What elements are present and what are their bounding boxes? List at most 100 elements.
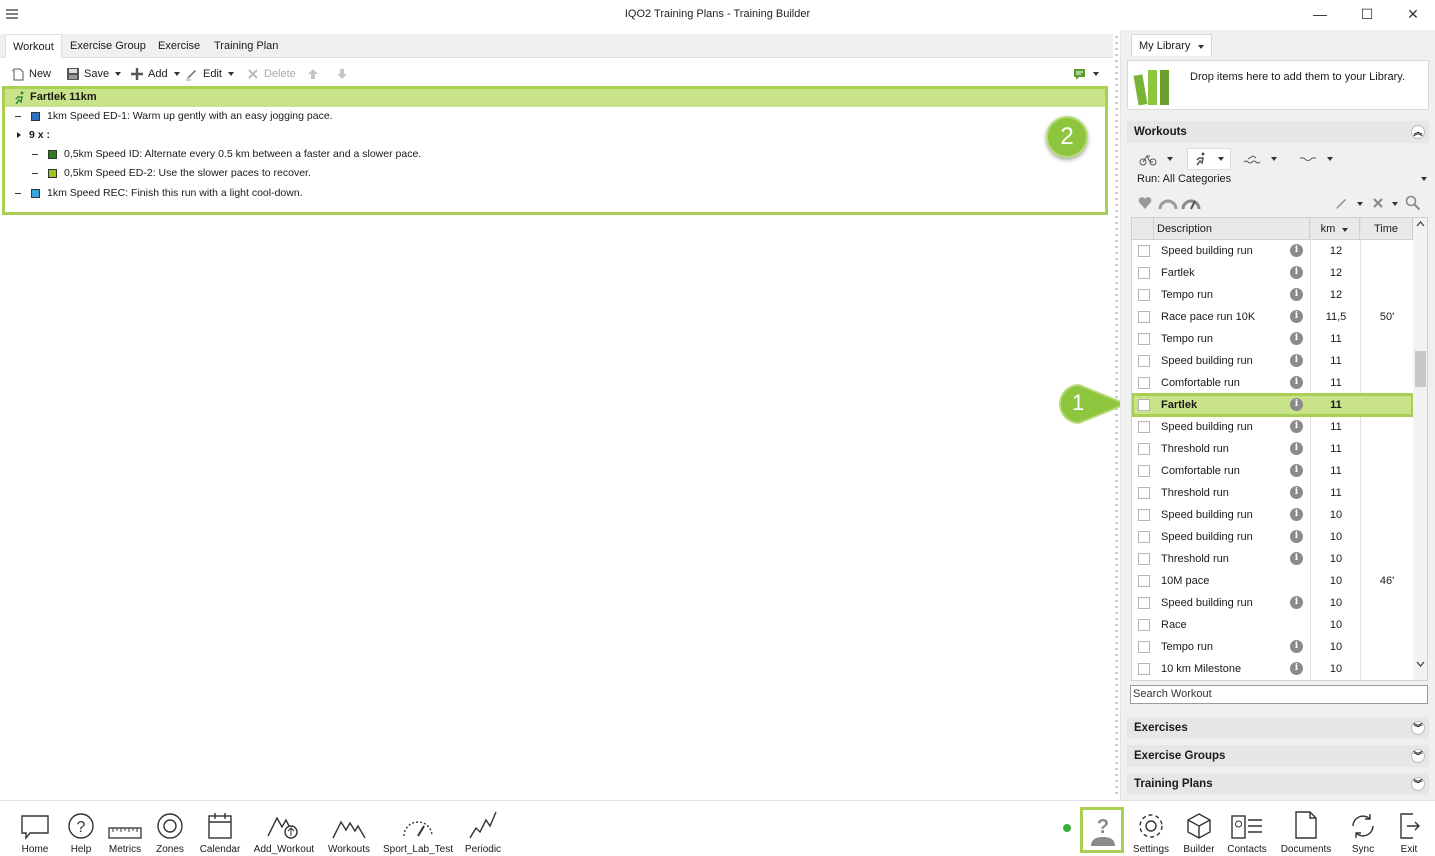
expand-icon[interactable]: ︾ [1411,777,1425,791]
save-button[interactable]: Save [66,65,122,83]
row-checkbox[interactable] [1138,553,1150,565]
close-button[interactable]: ✕ [1398,3,1428,25]
category-dropdown-icon[interactable] [1421,177,1427,181]
scrollbar-thumb[interactable] [1415,351,1426,387]
intensity-high-icon[interactable] [1181,195,1201,211]
delete-dropdown-icon[interactable] [1392,202,1398,206]
info-icon[interactable]: i [1290,464,1303,477]
nav-sport-lab-test[interactable]: Sport_Lab_Test [383,803,453,855]
info-icon[interactable]: i [1290,552,1303,565]
nav-periodic[interactable]: Periodic [453,803,513,855]
sport-filter-other[interactable] [1299,148,1333,170]
info-icon[interactable]: i [1290,420,1303,433]
sport-filter-swim[interactable] [1243,148,1277,170]
maximize-button[interactable]: ☐ [1352,3,1382,25]
table-row[interactable]: Speed building run i 10 [1132,504,1413,526]
row-checkbox[interactable] [1138,619,1150,631]
row-checkbox[interactable] [1138,663,1150,675]
tab-exercise[interactable]: Exercise [151,34,207,58]
table-row[interactable]: Threshold run i 10 [1132,548,1413,570]
nav-contacts[interactable]: Contacts [1217,803,1277,855]
table-row[interactable]: Speed building run i 11 [1132,416,1413,438]
info-icon[interactable]: i [1290,662,1303,675]
row-checkbox[interactable] [1138,245,1150,257]
table-row[interactable]: Tempo run i 11 [1132,328,1413,350]
row-checkbox[interactable] [1138,597,1150,609]
comment-button[interactable] [1073,65,1099,83]
tab-workout[interactable]: Workout [5,34,62,58]
tab-training-plan[interactable]: Training Plan [207,34,285,58]
table-row[interactable]: Threshold run i 11 [1132,482,1413,504]
scroll-down-icon[interactable] [1416,660,1425,668]
search-workout-input[interactable]: Search Workout [1130,685,1428,704]
edit-button[interactable]: Edit [185,65,234,83]
info-icon[interactable]: i [1290,376,1303,389]
category-filter[interactable]: Run: All Categories [1137,173,1231,185]
exercise-groups-section-header[interactable]: Exercise Groups ︾ [1127,745,1429,767]
table-row[interactable]: Speed building run i 12 [1132,240,1413,262]
heart-icon[interactable] [1137,195,1153,211]
info-icon[interactable]: i [1290,244,1303,257]
row-checkbox[interactable] [1138,333,1150,345]
info-icon[interactable]: i [1290,398,1303,411]
nav-documents[interactable]: Documents [1276,803,1336,855]
row-checkbox[interactable] [1138,531,1150,543]
row-checkbox[interactable] [1138,311,1150,323]
workout-step[interactable]: 1km Speed REC: Finish this run with a li… [15,184,303,202]
column-header-time[interactable]: Time [1360,218,1413,240]
row-checkbox[interactable] [1138,575,1150,587]
workout-step[interactable]: 1km Speed ED-1: Warm up gently with an e… [15,107,333,125]
new-button[interactable]: New [11,65,51,83]
row-checkbox[interactable] [1138,641,1150,653]
nav-add-workout[interactable]: Add_Workout [254,803,314,855]
sport-filter-run[interactable] [1187,148,1231,170]
info-icon[interactable]: i [1290,310,1303,323]
scroll-up-icon[interactable] [1416,220,1425,228]
info-icon[interactable]: i [1290,442,1303,455]
info-icon[interactable]: i [1290,508,1303,521]
row-checkbox[interactable] [1138,487,1150,499]
intensity-low-icon[interactable] [1158,195,1178,211]
info-icon[interactable]: i [1290,288,1303,301]
table-row[interactable]: Comfortable run i 11 [1132,460,1413,482]
sport-filter-bike[interactable] [1139,148,1173,170]
add-button[interactable]: Add [130,65,180,83]
collapse-icon[interactable]: ︽ [1411,125,1425,139]
workout-step[interactable]: 0,5km Speed ED-2: Use the slower paces t… [32,164,311,182]
row-checkbox[interactable] [1138,267,1150,279]
table-row[interactable]: Tempo run i 12 [1132,284,1413,306]
info-icon[interactable]: i [1290,486,1303,499]
exercises-section-header[interactable]: Exercises ︾ [1127,717,1429,739]
nav-workouts[interactable]: Workouts [319,803,379,855]
library-drop-zone[interactable]: Drop items here to add them to your Libr… [1127,60,1429,110]
info-icon[interactable]: i [1290,640,1303,653]
pencil-icon[interactable] [1334,195,1350,211]
move-up-button[interactable] [306,65,320,83]
expand-icon[interactable]: ︾ [1411,749,1425,763]
table-row[interactable]: Fartlek i 11 [1132,393,1414,417]
table-row[interactable]: Tempo run i 10 [1132,636,1413,658]
row-checkbox[interactable] [1138,399,1150,411]
column-header-description[interactable]: Description [1154,218,1310,240]
table-row[interactable]: 10M pace 10 46' [1132,570,1413,592]
delete-x-icon[interactable] [1371,196,1385,210]
expand-triangle-icon[interactable] [15,131,23,139]
header-checkbox-col[interactable] [1132,218,1154,240]
repeat-block[interactable]: 9 x : [15,126,50,144]
search-icon[interactable] [1405,195,1421,211]
info-icon[interactable]: i [1290,596,1303,609]
workouts-section-header[interactable]: Workouts ︽ [1127,121,1429,143]
table-row[interactable]: Speed building run i 10 [1132,526,1413,548]
table-row[interactable]: Race pace run 10K i 11,5 50' [1132,306,1413,328]
row-checkbox[interactable] [1138,377,1150,389]
table-row[interactable]: Threshold run i 11 [1132,438,1413,460]
workout-list[interactable]: Description km Time Speed building run i 1… [1131,217,1428,681]
row-checkbox[interactable] [1138,355,1150,367]
edit-dropdown-icon[interactable] [1357,202,1363,206]
tab-exercise-group[interactable]: Exercise Group [63,34,153,58]
info-icon[interactable]: i [1290,332,1303,345]
expand-icon[interactable]: ︾ [1411,721,1425,735]
row-checkbox[interactable] [1138,421,1150,433]
nav-exit[interactable]: Exit [1379,803,1435,855]
table-row[interactable]: Comfortable run i 11 [1132,372,1413,394]
